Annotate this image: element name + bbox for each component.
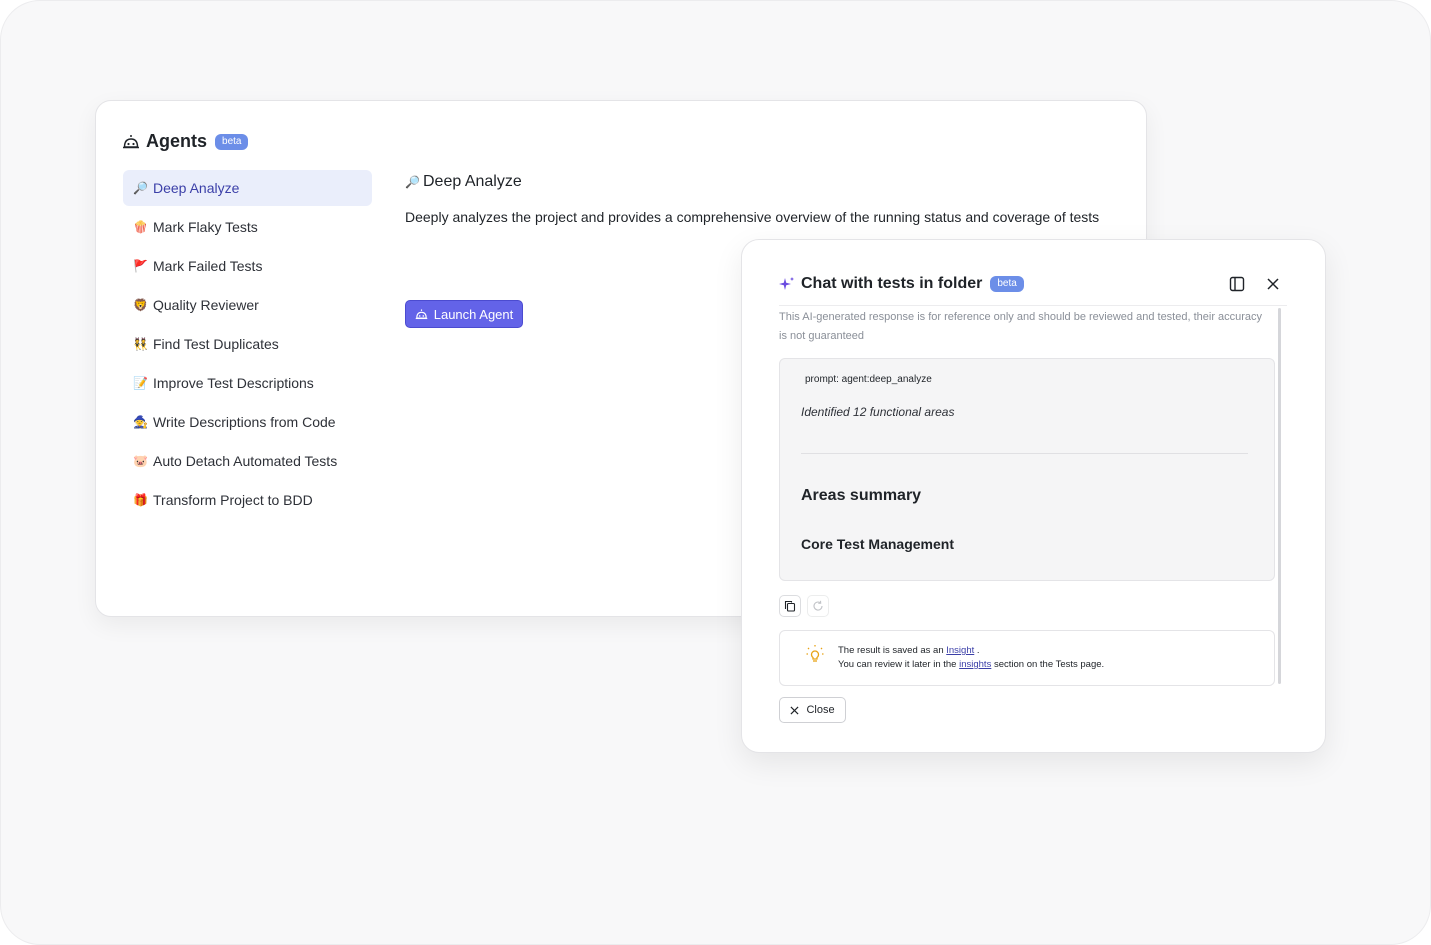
agent-item-write-descriptions-from-code[interactable]: 🧙 Write Descriptions from Code [123,404,372,440]
twins-icon: 👯 [133,337,148,351]
robot-icon [123,134,139,148]
agents-title: Agents [146,131,208,151]
pig-icon: 🐷 [133,454,148,468]
response-divider [801,453,1248,454]
chat-header-actions [1229,276,1281,292]
sparkle-icon [779,277,794,290]
info-text: You can review it later in the [838,659,960,670]
gift-icon: 🎁 [133,493,148,507]
prompt-label: prompt: agent:deep_analyze [805,374,932,385]
agent-item-label: Improve Test Descriptions [153,375,314,391]
robot-icon [415,308,428,319]
agent-item-transform-project-to-bdd[interactable]: 🎁 Transform Project to BDD [123,482,372,518]
insight-info-text: The result is saved as an Insight . You … [838,644,1104,672]
agents-header: Agents beta [122,131,249,152]
info-text: section on the Tests page. [991,659,1105,670]
popcorn-icon: 🍿 [133,220,148,234]
agent-item-label: Write Descriptions from Code [153,414,336,430]
identified-areas-text: Identified 12 functional areas [801,405,955,419]
close-button[interactable]: Close [779,697,846,723]
agent-response: prompt: agent:deep_analyze Identified 12… [779,358,1275,581]
agent-item-auto-detach-automated-tests[interactable]: 🐷 Auto Detach Automated Tests [123,443,372,479]
agent-list: 🔎 Deep Analyze 🍿 Mark Flaky Tests 🚩 Mark… [123,170,372,521]
core-test-management-heading: Core Test Management [801,536,954,552]
agent-item-improve-test-descriptions[interactable]: 📝 Improve Test Descriptions [123,365,372,401]
agent-detail-description: Deeply analyzes the project and provides… [405,209,1100,225]
header-divider [779,305,1287,306]
memo-icon: 📝 [133,376,148,390]
insight-info-box: The result is saved as an Insight . You … [779,630,1275,686]
chat-title: Chat with tests in folder [801,275,983,292]
close-icon[interactable] [1265,276,1281,292]
close-label: Close [806,704,835,716]
beta-badge: beta [990,276,1024,292]
agent-item-label: Deep Analyze [153,180,240,196]
chat-header: Chat with tests in folder beta [779,275,1024,293]
ai-disclaimer: This AI-generated response is for refere… [779,311,1263,342]
beta-badge: beta [215,133,249,150]
launch-agent-label: Launch Agent [433,306,514,322]
copy-icon [784,600,796,612]
agent-detail: 🔎 Deep Analyze Deeply analyzes the proje… [405,173,1135,225]
sidebar-toggle-icon[interactable] [1229,276,1245,292]
agent-item-label: Mark Failed Tests [153,258,263,274]
launch-agent-button[interactable]: Launch Agent [405,300,523,328]
scrollbar[interactable] [1278,308,1281,684]
insight-line-2: You can review it later in the insights … [838,658,1104,672]
close-icon [790,705,799,715]
insight-line-1: The result is saved as an Insight . [838,644,1104,658]
magnifier-icon: 🔎 [133,181,148,195]
red-flag-icon: 🚩 [133,259,148,273]
agent-item-label: Transform Project to BDD [153,492,313,508]
info-text: . [974,645,980,656]
agent-item-label: Find Test Duplicates [153,336,279,352]
insights-link[interactable]: insights [959,659,991,670]
lightbulb-icon [806,645,824,662]
refresh-icon [813,600,823,611]
areas-summary-heading: Areas summary [801,487,922,504]
agent-detail-title: 🔎 Deep Analyze [405,173,1135,191]
agent-item-label: Quality Reviewer [153,297,259,313]
agent-item-label: Auto Detach Automated Tests [153,453,338,469]
chat-panel: Chat with tests in folder beta This AI-g… [741,239,1326,753]
response-actions [779,595,829,617]
magnifier-icon: 🔎 [405,175,420,189]
insight-link[interactable]: Insight [946,645,974,656]
agent-item-find-test-duplicates[interactable]: 👯 Find Test Duplicates [123,326,372,362]
regenerate-button[interactable] [807,595,829,617]
agent-item-label: Mark Flaky Tests [153,219,258,235]
copy-button[interactable] [779,595,801,617]
agent-item-mark-flaky-tests[interactable]: 🍿 Mark Flaky Tests [123,209,372,245]
agent-item-deep-analyze[interactable]: 🔎 Deep Analyze [123,170,372,206]
lion-icon: 🦁 [133,298,148,312]
agent-detail-title-text: Deep Analyze [423,173,522,190]
agent-item-mark-failed-tests[interactable]: 🚩 Mark Failed Tests [123,248,372,284]
info-text: The result is saved as an [838,645,947,656]
wizard-icon: 🧙 [133,415,148,429]
agent-item-quality-reviewer[interactable]: 🦁 Quality Reviewer [123,287,372,323]
